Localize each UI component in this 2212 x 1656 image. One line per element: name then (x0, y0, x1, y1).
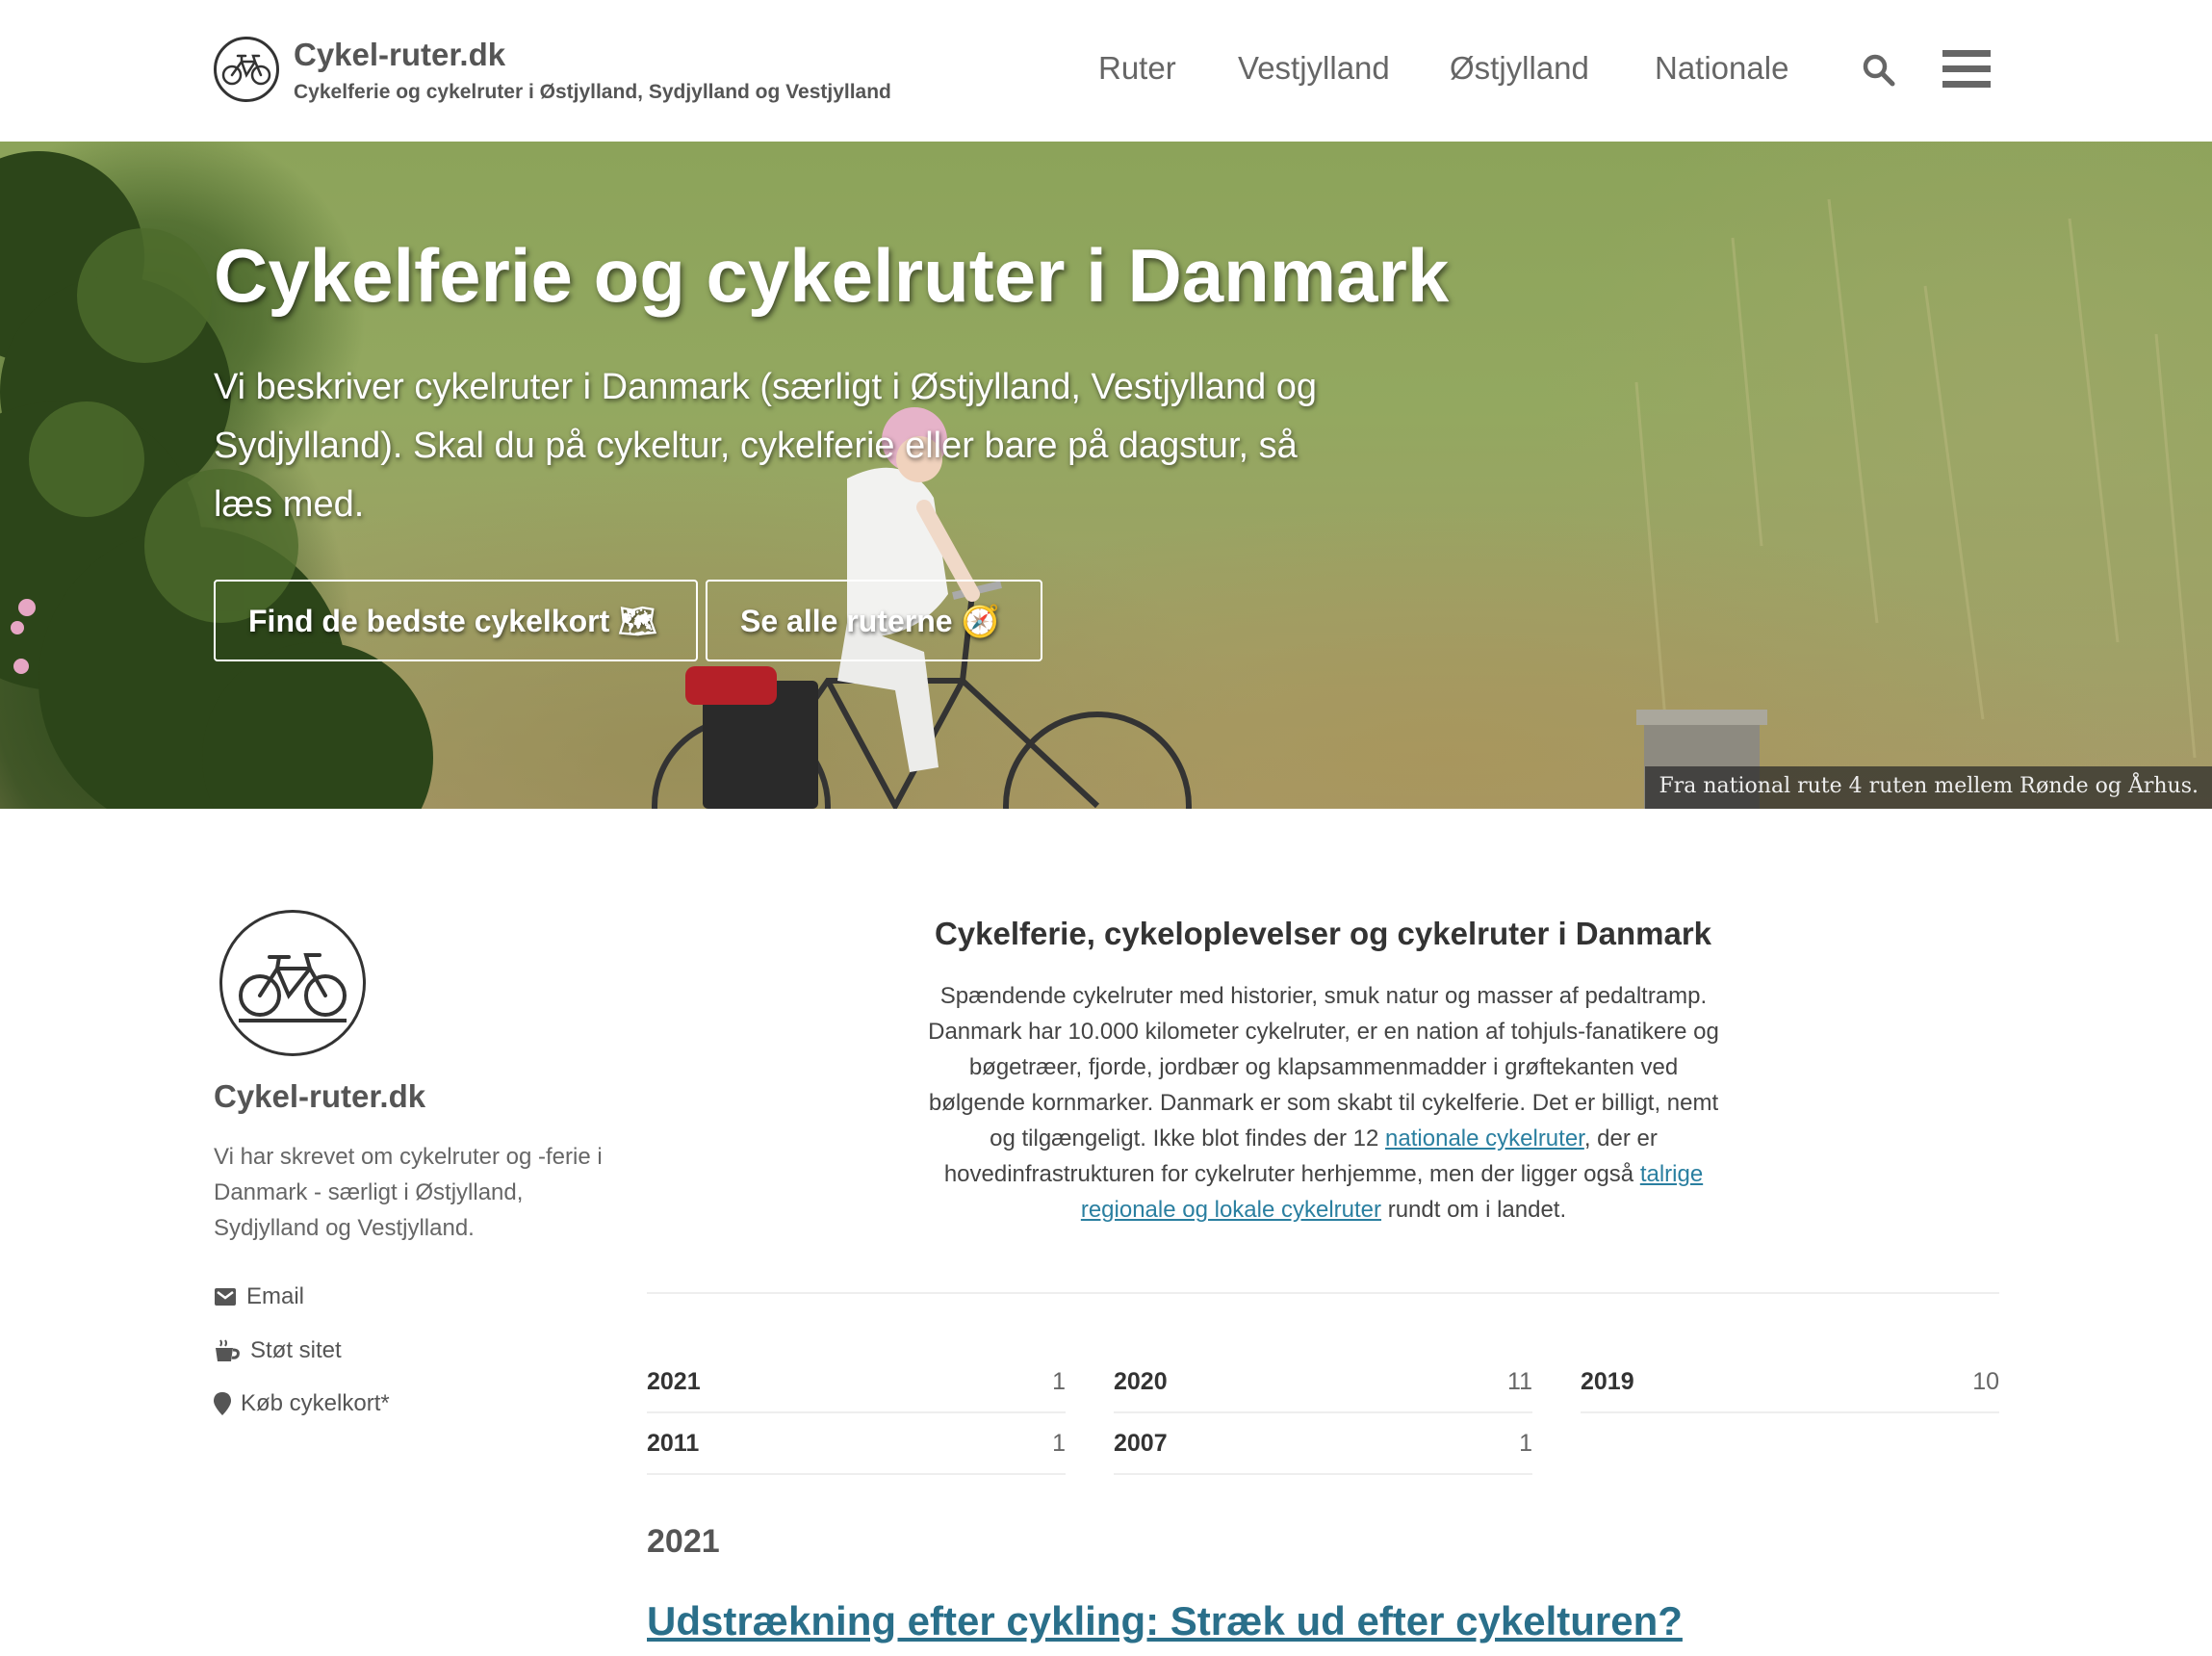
email-icon (215, 1288, 236, 1306)
site-header: Cykel-ruter.dk Cykelferie og cykelruter … (0, 0, 2212, 142)
sidebar-link-buy-maps[interactable]: Køb cykelkort* (214, 1390, 390, 1417)
archive-year-2020[interactable]: 2020 11 (1114, 1352, 1532, 1413)
nav-ruter[interactable]: Ruter (1098, 50, 1176, 87)
see-routes-button[interactable]: Se alle ruterne 🧭 (706, 580, 1042, 661)
archive-count: 1 (1519, 1429, 1532, 1457)
archive-year-2007[interactable]: 2007 1 (1114, 1413, 1532, 1475)
sidebar-link-label: Støt sitet (250, 1337, 342, 1363)
archive-year: 2019 (1581, 1367, 1634, 1395)
site-title[interactable]: Cykel-ruter.dk (294, 37, 505, 73)
archive-year: 2007 (1114, 1429, 1168, 1457)
archive-year-2021[interactable]: 2021 1 (647, 1352, 1066, 1413)
sidebar-link-label: Køb cykelkort* (241, 1390, 390, 1416)
intro-text: Spændende cykelruter med historier, smuk… (924, 978, 1723, 1228)
map-pin-icon (214, 1392, 231, 1415)
archive-year: 2011 (647, 1429, 700, 1457)
find-maps-button-label: Find de bedste cykelkort 🗺 (248, 603, 657, 638)
photo-caption: Fra national rute 4 ruten mellem Rønde o… (1645, 766, 2212, 809)
sidebar-link-email[interactable]: Email (214, 1283, 304, 1310)
archive-count: 10 (1972, 1367, 1999, 1395)
archive-year: 2020 (1114, 1367, 1168, 1395)
avatar (219, 910, 366, 1056)
nav-ostjylland[interactable]: Østjylland (1450, 50, 1589, 87)
coffee-icon (216, 1339, 240, 1361)
sidebar-description: Vi har skrevet om cykelruter og -ferie i… (214, 1144, 603, 1241)
archive-year: 2021 (647, 1367, 701, 1395)
nav-vestjylland[interactable]: Vestjylland (1238, 50, 1390, 87)
intro-title: Cykelferie, cykeloplevelser og cykelrute… (934, 916, 1712, 951)
site-logo[interactable] (214, 37, 279, 102)
search-icon[interactable] (1862, 53, 1896, 92)
hero-banner: Cykelferie og cykelruter i Danmark Vi be… (0, 142, 2212, 809)
see-routes-button-label: Se alle ruterne 🧭 (740, 603, 1000, 638)
hero-title: Cykelferie og cykelruter i Danmark (214, 233, 1450, 318)
year-heading: 2021 (647, 1523, 720, 1560)
bicycle-icon (239, 953, 347, 1022)
sidebar-site-name: Cykel-ruter.dk (214, 1078, 426, 1114)
site-tagline: Cykelferie og cykelruter i Østjylland, S… (294, 81, 891, 103)
sidebar-link-support[interactable]: Støt sitet (214, 1337, 342, 1364)
archive-count: 1 (1052, 1367, 1066, 1395)
archive-count: 11 (1507, 1367, 1532, 1395)
bicycle-logo-icon[interactable] (214, 37, 279, 102)
archive-year-2019[interactable]: 2019 10 (1581, 1352, 1999, 1413)
link-national-routes[interactable]: nationale cykelruter (1385, 1126, 1584, 1151)
intro-text-part: rundt om i landet. (1381, 1197, 1567, 1223)
sidebar-link-label: Email (246, 1283, 305, 1309)
hero-text: Vi beskriver cykelruter i Danmark (særli… (214, 367, 1318, 525)
divider (647, 1292, 1999, 1294)
post-title-link[interactable]: Udstrækning efter cykling: Stræk ud efte… (647, 1598, 1683, 1644)
nav-nationale[interactable]: Nationale (1655, 50, 1788, 87)
archive-count: 1 (1052, 1429, 1066, 1457)
find-maps-button[interactable]: Find de bedste cykelkort 🗺 (214, 580, 698, 661)
hamburger-menu-icon[interactable] (1942, 48, 1991, 95)
archive-year-2011[interactable]: 2011 1 (647, 1413, 1066, 1475)
